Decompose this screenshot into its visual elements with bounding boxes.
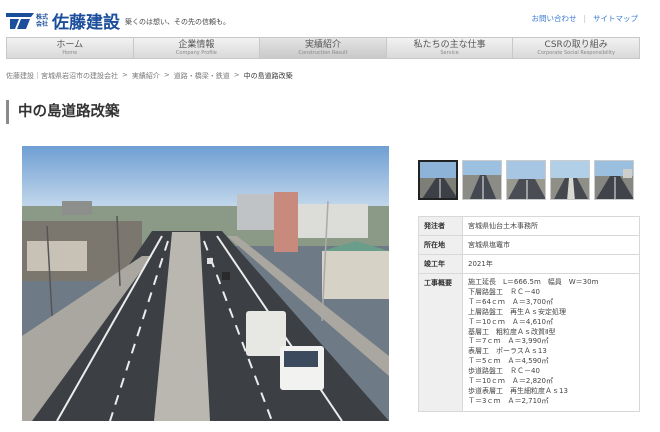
logo-corporate-label: 株式会社 [36,13,49,28]
nav-sublabel: Corporate Social Responsibility [537,50,615,56]
row-key-location: 所在地 [418,235,463,255]
nav-sublabel: Service [440,50,459,56]
nav-csr[interactable]: CSRの取り組み Corporate Social Responsibility [513,38,639,58]
breadcrumb-separator: > [233,71,240,79]
sitemap-link[interactable]: サイトマップ [593,13,638,24]
breadcrumb-link-category[interactable]: 道路・橋梁・鉄道 [174,71,230,81]
nav-service[interactable]: 私たちの主な仕事 Service [387,38,514,58]
overview-line: 基層工 粗粒度Ａｓ改質Ⅱ型 [468,327,556,336]
overview-line: Ｔ＝3ｃｍ Ａ＝2,710㎡ [468,396,549,405]
breadcrumb-link-results[interactable]: 実績紹介 [132,71,160,81]
overview-line: 歩道路盤工 ＲＣ－40 [468,367,540,376]
table-row: 所在地 宮城県塩竈市 [418,235,640,255]
nav-company[interactable]: 企業情報 Company Profile [134,38,261,58]
link-separator: | [583,14,586,23]
row-value-completion-year: 2021年 [462,254,640,274]
photo-thumbnails [418,160,634,200]
company-logo[interactable]: 株式会社 佐藤建設 [6,8,120,33]
thumbnail-5[interactable] [594,160,634,200]
thumbnail-2[interactable] [462,160,502,200]
nav-label: CSRの取り組み [544,40,608,50]
overview-line: 歩道表層工 再生細粒度Ａｓ13 [468,386,568,395]
overview-line: 上層路盤工 再生Ａｓ安定処理 [468,307,566,316]
project-details-table: 発注者 宮城県仙台土木事務所 所在地 宮城県塩竈市 竣工年 2021年 工事概要… [418,216,640,412]
logo-mark-icon [6,12,34,29]
global-nav: ホーム Home 企業情報 Company Profile 実績紹介 Const… [6,37,640,59]
row-value-location: 宮城県塩竈市 [462,235,640,255]
row-value-orderer: 宮城県仙台土木事務所 [462,216,640,236]
row-key-overview: 工事概要 [418,273,463,412]
nav-label: 企業情報 [178,40,215,50]
overview-line: Ｔ＝10ｃｍ Ａ＝2,820㎡ [468,377,553,386]
overview-line: Ｔ＝10ｃｍ Ａ＝4,610㎡ [468,317,553,326]
row-key-orderer: 発注者 [418,216,463,236]
nav-label: 実績紹介 [304,40,341,50]
overview-line: Ｔ＝5ｃｍ Ａ＝4,590㎡ [468,357,549,366]
breadcrumb: 佐藤建設｜宮城県岩沼市の建設会社 > 実績紹介 > 道路・橋梁・鉄道 > 中の島… [6,71,293,81]
table-row: 竣工年 2021年 [418,254,640,274]
contact-link[interactable]: お問い合わせ [531,13,576,24]
page-title: 中の島道路改築 [6,100,120,124]
row-key-completion-year: 竣工年 [418,254,463,274]
breadcrumb-link-home[interactable]: 佐藤建設｜宮城県岩沼市の建設会社 [6,71,118,81]
breadcrumb-separator: > [163,71,170,79]
utility-links: お問い合わせ | サイトマップ [531,13,638,24]
nav-home[interactable]: ホーム Home [7,38,134,58]
thumbnail-4[interactable] [550,160,590,200]
nav-sublabel: Home [62,50,78,56]
table-row: 発注者 宮城県仙台土木事務所 [418,216,640,236]
breadcrumb-current: 中の島道路改築 [243,72,293,80]
breadcrumb-separator: > [122,71,128,79]
tagline: 築くのは想い、その先の信頼も。 [125,18,230,26]
nav-sublabel: Company Profile [175,50,217,56]
overview-line: 施工延長 L＝666.5m 幅員 W＝30m [468,278,599,286]
row-value-overview: 施工延長 L＝666.5m 幅員 W＝30m 下層路盤工 ＲＣ－40 Ｔ＝64ｃ… [462,273,640,412]
thumbnail-3[interactable] [506,160,546,200]
overview-line: 下層路盤工 ＲＣ－40 [468,287,540,296]
thumbnail-1[interactable] [418,160,458,200]
overview-line: Ｔ＝64ｃｍ Ａ＝3,700㎡ [468,297,553,306]
nav-results[interactable]: 実績紹介 Construction Result [260,38,387,58]
nav-label: ホーム [56,40,84,50]
nav-label: 私たちの主な仕事 [413,40,486,50]
nav-sublabel: Construction Result [298,50,348,56]
logo-company-name: 佐藤建設 [52,13,120,33]
table-row: 工事概要 施工延長 L＝666.5m 幅員 W＝30m 下層路盤工 ＲＣ－40 … [418,273,640,412]
main-project-photo [22,146,389,421]
overview-line: Ｔ＝7ｃｍ Ａ＝3,990㎡ [468,337,549,346]
overview-line: 表層工 ポーラスＡｓ13 [468,347,547,356]
